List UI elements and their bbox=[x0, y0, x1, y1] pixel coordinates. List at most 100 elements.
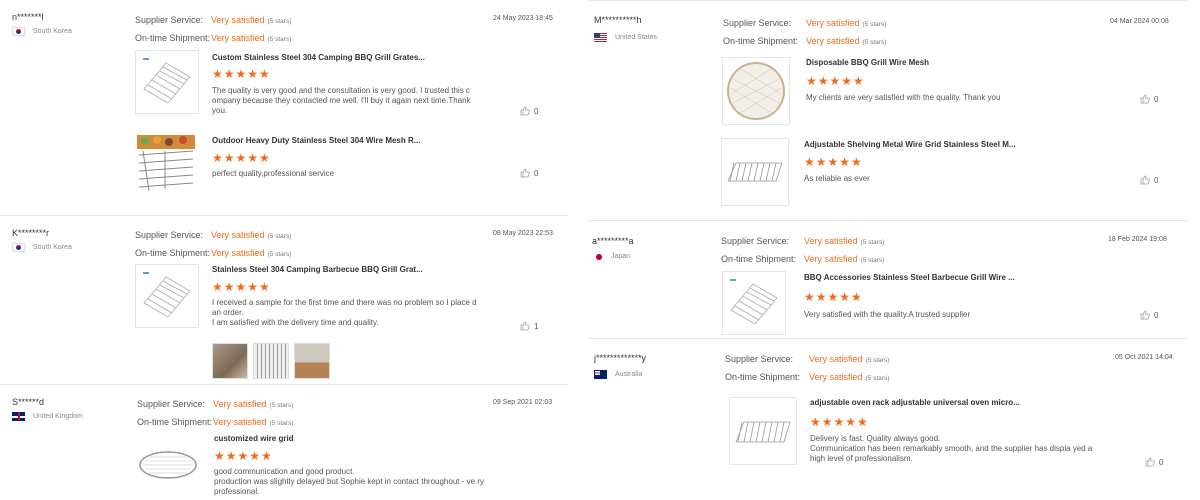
helpful-button[interactable]: 1 bbox=[520, 321, 538, 331]
ontime-shipment-value: Very satisfied bbox=[211, 33, 265, 43]
product-thumbnail[interactable] bbox=[135, 133, 197, 195]
helpful-button[interactable]: 0 bbox=[520, 106, 538, 116]
review-card: a*********a Japan Supplier Service: Very … bbox=[588, 220, 1188, 337]
product-thumbnail[interactable] bbox=[721, 138, 789, 206]
review-photo[interactable] bbox=[212, 343, 248, 379]
grill-grate-image bbox=[143, 58, 191, 104]
thumbs-up-icon bbox=[1140, 94, 1150, 104]
reviewer-name: j*************y bbox=[594, 353, 647, 363]
product-title[interactable]: BBQ Accessories Stainless Steel Barbecue… bbox=[804, 273, 1015, 282]
review-comment: I received a sample for the first time a… bbox=[212, 298, 477, 327]
product-title[interactable]: Custom Stainless Steel 304 Camping BBQ G… bbox=[212, 53, 425, 62]
product-title[interactable]: Stainless Steel 304 Camping Barbecue BBQ… bbox=[212, 265, 423, 274]
supplier-service-label: Supplier Service: bbox=[725, 354, 794, 364]
supplier-ratings: Supplier Service: Very satisfied (5 stars)… bbox=[723, 15, 886, 51]
supplier-service-value: Very satisfied bbox=[211, 15, 265, 25]
helpful-button[interactable]: 0 bbox=[1140, 310, 1158, 320]
supplier-service-stars: (5 stars) bbox=[862, 21, 887, 28]
wire-shelf-image bbox=[727, 162, 783, 182]
ontime-shipment-value: Very satisfied bbox=[804, 254, 858, 264]
reviewer-country: Japan bbox=[594, 252, 630, 261]
helpful-count: 0 bbox=[1154, 310, 1159, 320]
supplier-service-stars: (5 stars) bbox=[860, 239, 885, 246]
review-photo[interactable] bbox=[253, 343, 289, 379]
review-photo[interactable] bbox=[294, 343, 330, 379]
reviewer-name: a*********a bbox=[592, 236, 634, 246]
helpful-button[interactable]: 0 bbox=[520, 168, 538, 178]
supplier-service-value: Very satisfied bbox=[213, 399, 267, 409]
product-thumbnail[interactable] bbox=[722, 271, 786, 335]
product-thumbnail[interactable] bbox=[137, 437, 199, 493]
rating-stars: ★★★★★ bbox=[810, 415, 869, 429]
rating-stars: ★★★★★ bbox=[214, 449, 273, 463]
helpful-count: 1 bbox=[534, 321, 539, 331]
reviewer-country: Australia bbox=[594, 370, 642, 379]
product-thumbnail[interactable] bbox=[135, 264, 199, 328]
ontime-shipment-stars: (5 stars) bbox=[269, 420, 294, 427]
supplier-service-label: Supplier Service: bbox=[721, 236, 790, 246]
helpful-button[interactable]: 0 bbox=[1140, 175, 1158, 185]
helpful-count: 0 bbox=[1154, 175, 1159, 185]
ontime-shipment-label: On-time Shipment: bbox=[137, 417, 213, 427]
helpful-button[interactable]: 0 bbox=[1145, 457, 1163, 467]
product-thumbnail[interactable] bbox=[135, 50, 199, 114]
review-date: 08 May 2023 22:53 bbox=[493, 230, 553, 237]
ontime-shipment-stars: (5 stars) bbox=[267, 251, 292, 258]
reviewer-country: South Korea bbox=[12, 27, 72, 36]
supplier-service-stars: (5 stars) bbox=[269, 402, 294, 409]
review-card: M**********h United States Supplier Serv… bbox=[588, 0, 1188, 219]
supplier-ratings: Supplier Service: Very satisfied (5 stars)… bbox=[725, 351, 889, 387]
reviewer-name: n*******l bbox=[12, 12, 44, 22]
reviewer-name: M**********h bbox=[594, 15, 642, 25]
product-title[interactable]: Outdoor Heavy Duty Stainless Steel 304 W… bbox=[212, 136, 420, 145]
supplier-service-label: Supplier Service: bbox=[135, 230, 204, 240]
supplier-ratings: Supplier Service: Very satisfied (5 stars)… bbox=[135, 227, 291, 263]
thumbs-up-icon bbox=[1140, 310, 1150, 320]
product-title[interactable]: Adjustable Shelving Metal Wire Grid Stai… bbox=[804, 140, 1016, 149]
thumbs-up-icon bbox=[520, 106, 530, 116]
review-card: S******d United Kingdom Supplier Service… bbox=[0, 384, 568, 500]
product-title[interactable]: adjustable oven rack adjustable universa… bbox=[810, 398, 1020, 407]
reviewer-name: K********r bbox=[12, 228, 50, 238]
helpful-count: 0 bbox=[534, 168, 539, 178]
supplier-service-label: Supplier Service: bbox=[723, 18, 792, 28]
round-grill-mesh-image bbox=[727, 62, 785, 120]
product-thumbnail[interactable] bbox=[722, 57, 790, 125]
thumbs-up-icon bbox=[520, 168, 530, 178]
ontime-shipment-value: Very satisfied bbox=[806, 36, 860, 46]
review-date: 04 Mar 2024 00:08 bbox=[1110, 18, 1169, 25]
product-title[interactable]: Disposable BBQ Grill Wire Mesh bbox=[806, 58, 929, 67]
grill-grate-image bbox=[143, 272, 191, 318]
grill-grate-image bbox=[730, 279, 778, 325]
review-comment: good communication and good product. pro… bbox=[214, 467, 484, 496]
helpful-button[interactable]: 0 bbox=[1140, 94, 1158, 104]
supplier-service-value: Very satisfied bbox=[804, 236, 858, 246]
supplier-service-stars: (5 stars) bbox=[865, 357, 890, 364]
reviewer-name: S******d bbox=[12, 397, 45, 407]
ontime-shipment-stars: (5 stars) bbox=[267, 36, 292, 43]
supplier-service-value: Very satisfied bbox=[806, 18, 860, 28]
review-date: 18 Feb 2024 19:08 bbox=[1108, 236, 1167, 243]
review-comment: As reliable as ever bbox=[804, 174, 870, 183]
ontime-shipment-value: Very satisfied bbox=[211, 248, 265, 258]
review-comment: perfect quality,professional service bbox=[212, 169, 335, 178]
review-date: 09 Sep 2021 02:03 bbox=[493, 399, 553, 406]
review-comment: The quality is very good and the consult… bbox=[212, 86, 471, 115]
rating-stars: ★★★★★ bbox=[212, 67, 271, 81]
helpful-count: 0 bbox=[534, 106, 539, 116]
supplier-service-stars: (5 stars) bbox=[267, 233, 292, 240]
united-kingdom-flag-icon bbox=[12, 412, 25, 421]
product-thumbnail[interactable] bbox=[729, 397, 797, 465]
product-title[interactable]: customized wire grid bbox=[214, 434, 294, 443]
ontime-shipment-label: On-time Shipment: bbox=[721, 254, 797, 264]
supplier-service-value: Very satisfied bbox=[809, 354, 863, 364]
review-card: j*************y Australia Supplier Servi… bbox=[588, 338, 1188, 500]
south-korea-flag-icon bbox=[12, 27, 25, 36]
ontime-shipment-label: On-time Shipment: bbox=[725, 372, 801, 382]
rating-stars: ★★★★★ bbox=[804, 290, 863, 304]
rating-stars: ★★★★★ bbox=[212, 151, 271, 165]
australia-flag-icon bbox=[594, 370, 607, 379]
rating-stars: ★★★★★ bbox=[806, 74, 865, 88]
country-label: United Kingdom bbox=[33, 413, 83, 420]
review-card: n*******l South Korea Supplier Service: V… bbox=[0, 0, 568, 214]
